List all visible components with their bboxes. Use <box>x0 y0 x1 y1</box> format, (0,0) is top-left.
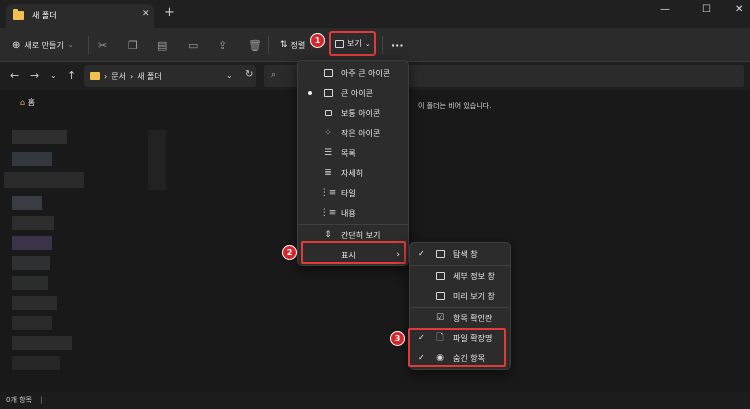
monitor-small-icon <box>323 108 333 118</box>
blurred-item <box>12 236 52 250</box>
back-arrow-icon[interactable]: ← <box>10 69 19 82</box>
plus-circle-icon: ⊕ <box>12 39 21 51</box>
blurred-item <box>12 196 42 210</box>
copy-icon[interactable]: ❐ <box>128 28 138 62</box>
blurred-item <box>148 130 166 190</box>
checkbox-icon: ☑ <box>435 313 445 323</box>
menu-item-small-icons[interactable]: ⁘ 작은 아이콘 <box>298 123 408 143</box>
forward-arrow-icon[interactable]: → <box>30 69 39 82</box>
rename-icon[interactable]: ▭ <box>188 28 198 62</box>
up-arrow-icon[interactable]: ↑ <box>67 69 76 82</box>
monitor-icon <box>323 88 333 98</box>
separator <box>88 36 89 54</box>
submenu-item-details-pane[interactable]: 세부 정보 창 <box>410 266 510 286</box>
add-tab-button[interactable]: + <box>164 5 175 20</box>
compact-icon: ⇕ <box>324 230 332 240</box>
menu-item-list[interactable]: ☰ 목록 <box>298 143 408 163</box>
view-menu: 아주 큰 아이콘 큰 아이콘 보통 아이콘 ⁘ 작은 아이콘 ☰ 목록 ≣ 자세… <box>297 60 409 266</box>
blurred-item <box>12 256 50 270</box>
submenu-item-navigation-pane[interactable]: ✓ 탐색 창 <box>410 244 510 264</box>
content-icon: ⋮≡ <box>319 208 337 218</box>
check-icon: ✓ <box>418 249 425 258</box>
menu-item-tiles[interactable]: ⋮≡ 타일 <box>298 183 408 203</box>
item-count: 0개 항목 <box>6 396 32 404</box>
navigation-pane: ⌂ 홈 <box>0 90 172 392</box>
menu-item-content[interactable]: ⋮≡ 내용 <box>298 203 408 223</box>
tab-title: 새 폴더 <box>32 11 57 20</box>
blurred-item <box>12 356 60 370</box>
status-bar: 0개 항목 | <box>0 392 750 409</box>
blurred-item <box>12 316 52 330</box>
home-icon: ⌂ <box>20 98 26 107</box>
tiles-icon: ⋮≡ <box>319 188 337 198</box>
highlight-extension-hidden-items <box>408 328 506 367</box>
submenu-item-item-checkboxes[interactable]: ☑ 항목 확인란 <box>410 308 510 328</box>
list-icon: ☰ <box>323 148 333 158</box>
sort-icon: ⇅ <box>280 40 288 50</box>
folder-icon <box>13 9 24 20</box>
recent-chevron-icon[interactable]: ⌄ <box>50 71 57 80</box>
step-marker-2: 2 <box>282 245 297 260</box>
close-tab-icon[interactable]: ✕ <box>142 9 150 19</box>
chevron-right-icon: › <box>129 71 134 81</box>
empty-folder-message: 이 폴더는 비어 있습니다. <box>418 102 492 110</box>
separator <box>268 36 269 54</box>
step-marker-1: 1 <box>310 33 325 48</box>
maximize-button[interactable]: ☐ <box>702 4 711 15</box>
separator <box>382 36 383 54</box>
submenu-item-preview-pane[interactable]: 미리 보기 창 <box>410 286 510 306</box>
details-icon: ≣ <box>324 168 332 178</box>
separator: | <box>40 396 43 404</box>
paste-icon[interactable]: ▤ <box>157 28 167 62</box>
title-bar: 새 폴더 ✕ + — ☐ ✕ <box>0 0 750 28</box>
navigation-pane-icon <box>435 249 445 259</box>
blurred-item <box>12 296 57 310</box>
more-options-button[interactable]: ··· <box>391 28 404 62</box>
blurred-item <box>12 336 72 350</box>
sidebar-item-label: 홈 <box>27 98 35 107</box>
sort-button[interactable]: ⇅ 정렬 <box>280 28 305 62</box>
menu-item-details[interactable]: ≣ 자세히 <box>298 163 408 183</box>
menu-item-medium-icons[interactable]: 보통 아이콘 <box>298 103 408 123</box>
sidebar-item-home[interactable]: ⌂ 홈 <box>20 97 35 108</box>
monitor-icon <box>335 39 344 48</box>
blurred-item <box>12 152 52 166</box>
cut-icon[interactable]: ✂ <box>98 28 107 62</box>
sort-label: 정렬 <box>290 40 306 50</box>
close-window-button[interactable]: ✕ <box>735 4 743 15</box>
new-button[interactable]: ⊕ 새로 만들기 ⌄ <box>12 28 74 62</box>
chevron-down-icon: ⌄ <box>364 39 371 48</box>
preview-pane-icon <box>435 291 445 301</box>
menu-item-extra-large-icons[interactable]: 아주 큰 아이콘 <box>298 63 408 83</box>
blurred-item <box>12 130 67 144</box>
history-chevron-icon[interactable]: ⌄ <box>226 71 233 80</box>
chevron-right-icon: › <box>104 71 108 81</box>
highlight-show-item <box>301 241 406 264</box>
blurred-item <box>12 216 54 230</box>
folder-icon <box>90 72 100 80</box>
menu-item-large-icons[interactable]: 큰 아이콘 <box>298 83 408 103</box>
selected-dot-icon <box>308 91 312 95</box>
blurred-item <box>4 172 84 188</box>
tab-new-folder[interactable]: 새 폴더 ✕ <box>6 4 154 28</box>
view-button[interactable]: 보기 ⌄ <box>329 31 376 56</box>
command-bar: ⊕ 새로 만들기 ⌄ ✂ ❐ ▤ ▭ ⇪ 🗑 ⇅ 정렬 보기 ⌄ ··· <box>0 28 750 62</box>
monitor-icon <box>323 68 333 78</box>
small-grid-icon: ⁘ <box>324 128 332 138</box>
minimize-button[interactable]: — <box>660 4 670 15</box>
details-pane-icon <box>435 271 445 281</box>
view-label: 보기 <box>347 39 362 48</box>
chevron-down-icon: ⌄ <box>67 41 74 49</box>
delete-icon[interactable]: 🗑 <box>248 28 262 62</box>
search-icon: ⌕ <box>271 70 277 80</box>
step-marker-3: 3 <box>390 331 405 346</box>
refresh-icon[interactable]: ↻ <box>245 69 253 80</box>
blurred-item <box>12 276 48 290</box>
new-label: 새로 만들기 <box>24 40 64 50</box>
share-icon[interactable]: ⇪ <box>218 28 227 62</box>
breadcrumb-documents[interactable]: 문서 <box>111 71 126 82</box>
breadcrumb-current[interactable]: 새 폴더 <box>137 71 162 82</box>
